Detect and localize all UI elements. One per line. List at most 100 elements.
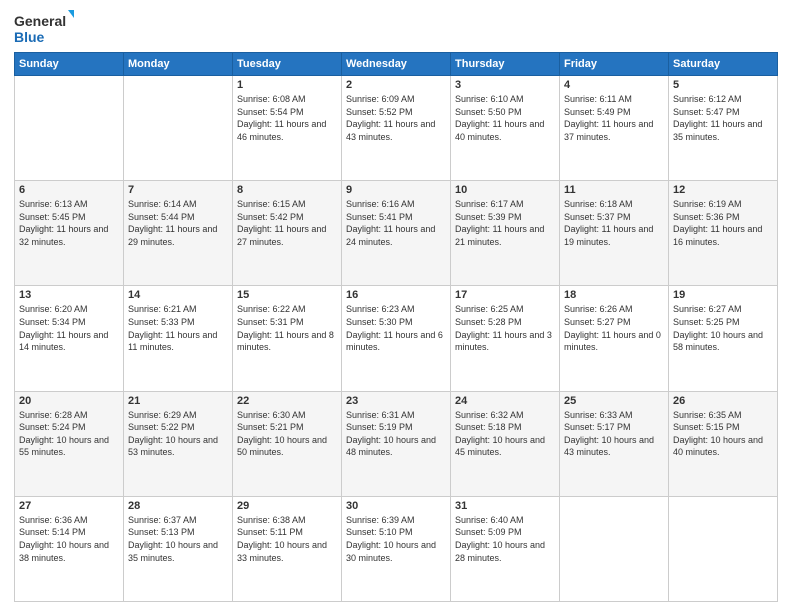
day-info: Sunrise: 6:30 AMSunset: 5:21 PMDaylight:…: [237, 409, 337, 459]
calendar-cell: 30Sunrise: 6:39 AMSunset: 5:10 PMDayligh…: [342, 496, 451, 601]
weekday-header: Saturday: [669, 53, 778, 76]
calendar-cell: [669, 496, 778, 601]
calendar-cell: 11Sunrise: 6:18 AMSunset: 5:37 PMDayligh…: [560, 181, 669, 286]
calendar-cell: 17 Sunrise: 6:25 AMSunset: 5:28 PMDayligh…: [451, 286, 560, 391]
logo-svg: General Blue: [14, 10, 74, 46]
day-info: Sunrise: 6:08 AMSunset: 5:54 PMDaylight:…: [237, 93, 337, 143]
day-info: Sunrise: 6:16 AMSunset: 5:41 PMDaylight:…: [346, 198, 446, 248]
calendar-week-row: 1 Sunrise: 6:08 AMSunset: 5:54 PMDaylight…: [15, 76, 778, 181]
day-info: Sunrise: 6:13 AMSunset: 5:45 PMDaylight:…: [19, 198, 119, 248]
calendar-cell: [560, 496, 669, 601]
day-number: 20: [19, 395, 119, 407]
day-info: Sunrise: 6:33 AMSunset: 5:17 PMDaylight:…: [564, 409, 664, 459]
day-info: Sunrise: 6:09 AMSunset: 5:52 PMDaylight:…: [346, 93, 446, 143]
day-number: 10: [455, 184, 555, 196]
weekday-header: Friday: [560, 53, 669, 76]
calendar-cell: 19 Sunrise: 6:27 AMSunset: 5:25 PMDayligh…: [669, 286, 778, 391]
day-info: Sunrise: 6:21 AMSunset: 5:33 PMDaylight:…: [128, 303, 228, 353]
weekday-header: Sunday: [15, 53, 124, 76]
day-number: 12: [673, 184, 773, 196]
day-number: 18: [564, 289, 664, 301]
calendar-cell: 18Sunrise: 6:26 AMSunset: 5:27 PMDayligh…: [560, 286, 669, 391]
day-info: Sunrise: 6:32 AMSunset: 5:18 PMDaylight:…: [455, 409, 555, 459]
weekday-header: Thursday: [451, 53, 560, 76]
day-number: 26: [673, 395, 773, 407]
day-info: Sunrise: 6:19 AMSunset: 5:36 PMDaylight:…: [673, 198, 773, 248]
day-number: 15: [237, 289, 337, 301]
calendar-cell: 7Sunrise: 6:14 AMSunset: 5:44 PMDaylight…: [124, 181, 233, 286]
day-number: 3: [455, 79, 555, 91]
day-number: 17: [455, 289, 555, 301]
day-info: Sunrise: 6:15 AMSunset: 5:42 PMDaylight:…: [237, 198, 337, 248]
calendar-cell: 8 Sunrise: 6:15 AMSunset: 5:42 PMDaylight…: [233, 181, 342, 286]
calendar-week-row: 20 Sunrise: 6:28 AMSunset: 5:24 PMDayligh…: [15, 391, 778, 496]
day-info: Sunrise: 6:11 AMSunset: 5:49 PMDaylight:…: [564, 93, 664, 143]
day-number: 23: [346, 395, 446, 407]
calendar-cell: [15, 76, 124, 181]
calendar-cell: 21Sunrise: 6:29 AMSunset: 5:22 PMDayligh…: [124, 391, 233, 496]
page: General Blue SundayMondayTuesdayWednesda…: [0, 0, 792, 612]
day-number: 1: [237, 79, 337, 91]
day-number: 14: [128, 289, 228, 301]
calendar-cell: 12 Sunrise: 6:19 AMSunset: 5:36 PMDayligh…: [669, 181, 778, 286]
day-info: Sunrise: 6:17 AMSunset: 5:39 PMDaylight:…: [455, 198, 555, 248]
calendar-week-row: 6 Sunrise: 6:13 AMSunset: 5:45 PMDaylight…: [15, 181, 778, 286]
calendar-cell: 10 Sunrise: 6:17 AMSunset: 5:39 PMDayligh…: [451, 181, 560, 286]
day-number: 19: [673, 289, 773, 301]
weekday-header-row: SundayMondayTuesdayWednesdayThursdayFrid…: [15, 53, 778, 76]
calendar-cell: 25 Sunrise: 6:33 AMSunset: 5:17 PMDayligh…: [560, 391, 669, 496]
weekday-header: Monday: [124, 53, 233, 76]
day-number: 2: [346, 79, 446, 91]
calendar-cell: 1 Sunrise: 6:08 AMSunset: 5:54 PMDaylight…: [233, 76, 342, 181]
day-info: Sunrise: 6:38 AMSunset: 5:11 PMDaylight:…: [237, 514, 337, 564]
day-info: Sunrise: 6:35 AMSunset: 5:15 PMDaylight:…: [673, 409, 773, 459]
day-number: 7: [128, 184, 228, 196]
calendar-cell: 16 Sunrise: 6:23 AMSunset: 5:30 PMDayligh…: [342, 286, 451, 391]
day-number: 6: [19, 184, 119, 196]
day-info: Sunrise: 6:25 AMSunset: 5:28 PMDaylight:…: [455, 303, 555, 353]
day-number: 8: [237, 184, 337, 196]
day-info: Sunrise: 6:40 AMSunset: 5:09 PMDaylight:…: [455, 514, 555, 564]
calendar-cell: 22 Sunrise: 6:30 AMSunset: 5:21 PMDayligh…: [233, 391, 342, 496]
calendar-cell: 15 Sunrise: 6:22 AMSunset: 5:31 PMDayligh…: [233, 286, 342, 391]
weekday-header: Tuesday: [233, 53, 342, 76]
day-number: 31: [455, 500, 555, 512]
day-info: Sunrise: 6:22 AMSunset: 5:31 PMDaylight:…: [237, 303, 337, 353]
logo: General Blue: [14, 10, 74, 46]
day-number: 4: [564, 79, 664, 91]
calendar-cell: 4 Sunrise: 6:11 AMSunset: 5:49 PMDaylight…: [560, 76, 669, 181]
calendar-cell: 20 Sunrise: 6:28 AMSunset: 5:24 PMDayligh…: [15, 391, 124, 496]
calendar: SundayMondayTuesdayWednesdayThursdayFrid…: [14, 52, 778, 602]
day-info: Sunrise: 6:27 AMSunset: 5:25 PMDaylight:…: [673, 303, 773, 353]
weekday-header: Wednesday: [342, 53, 451, 76]
day-number: 27: [19, 500, 119, 512]
day-info: Sunrise: 6:28 AMSunset: 5:24 PMDaylight:…: [19, 409, 119, 459]
day-number: 29: [237, 500, 337, 512]
day-number: 9: [346, 184, 446, 196]
calendar-cell: 13Sunrise: 6:20 AMSunset: 5:34 PMDayligh…: [15, 286, 124, 391]
calendar-cell: 6 Sunrise: 6:13 AMSunset: 5:45 PMDaylight…: [15, 181, 124, 286]
day-number: 24: [455, 395, 555, 407]
calendar-week-row: 13Sunrise: 6:20 AMSunset: 5:34 PMDayligh…: [15, 286, 778, 391]
calendar-cell: 5 Sunrise: 6:12 AMSunset: 5:47 PMDaylight…: [669, 76, 778, 181]
calendar-cell: 28Sunrise: 6:37 AMSunset: 5:13 PMDayligh…: [124, 496, 233, 601]
day-number: 13: [19, 289, 119, 301]
day-info: Sunrise: 6:29 AMSunset: 5:22 PMDaylight:…: [128, 409, 228, 459]
day-number: 25: [564, 395, 664, 407]
calendar-cell: 9 Sunrise: 6:16 AMSunset: 5:41 PMDaylight…: [342, 181, 451, 286]
day-info: Sunrise: 6:23 AMSunset: 5:30 PMDaylight:…: [346, 303, 446, 353]
calendar-cell: 29 Sunrise: 6:38 AMSunset: 5:11 PMDayligh…: [233, 496, 342, 601]
calendar-cell: 23 Sunrise: 6:31 AMSunset: 5:19 PMDayligh…: [342, 391, 451, 496]
day-info: Sunrise: 6:12 AMSunset: 5:47 PMDaylight:…: [673, 93, 773, 143]
calendar-cell: 3Sunrise: 6:10 AMSunset: 5:50 PMDaylight…: [451, 76, 560, 181]
day-number: 16: [346, 289, 446, 301]
day-number: 5: [673, 79, 773, 91]
calendar-cell: 2 Sunrise: 6:09 AMSunset: 5:52 PMDaylight…: [342, 76, 451, 181]
day-number: 22: [237, 395, 337, 407]
day-number: 11: [564, 184, 664, 196]
calendar-cell: [124, 76, 233, 181]
calendar-cell: 31 Sunrise: 6:40 AMSunset: 5:09 PMDayligh…: [451, 496, 560, 601]
calendar-cell: 14 Sunrise: 6:21 AMSunset: 5:33 PMDayligh…: [124, 286, 233, 391]
day-info: Sunrise: 6:31 AMSunset: 5:19 PMDaylight:…: [346, 409, 446, 459]
svg-text:Blue: Blue: [14, 29, 45, 45]
